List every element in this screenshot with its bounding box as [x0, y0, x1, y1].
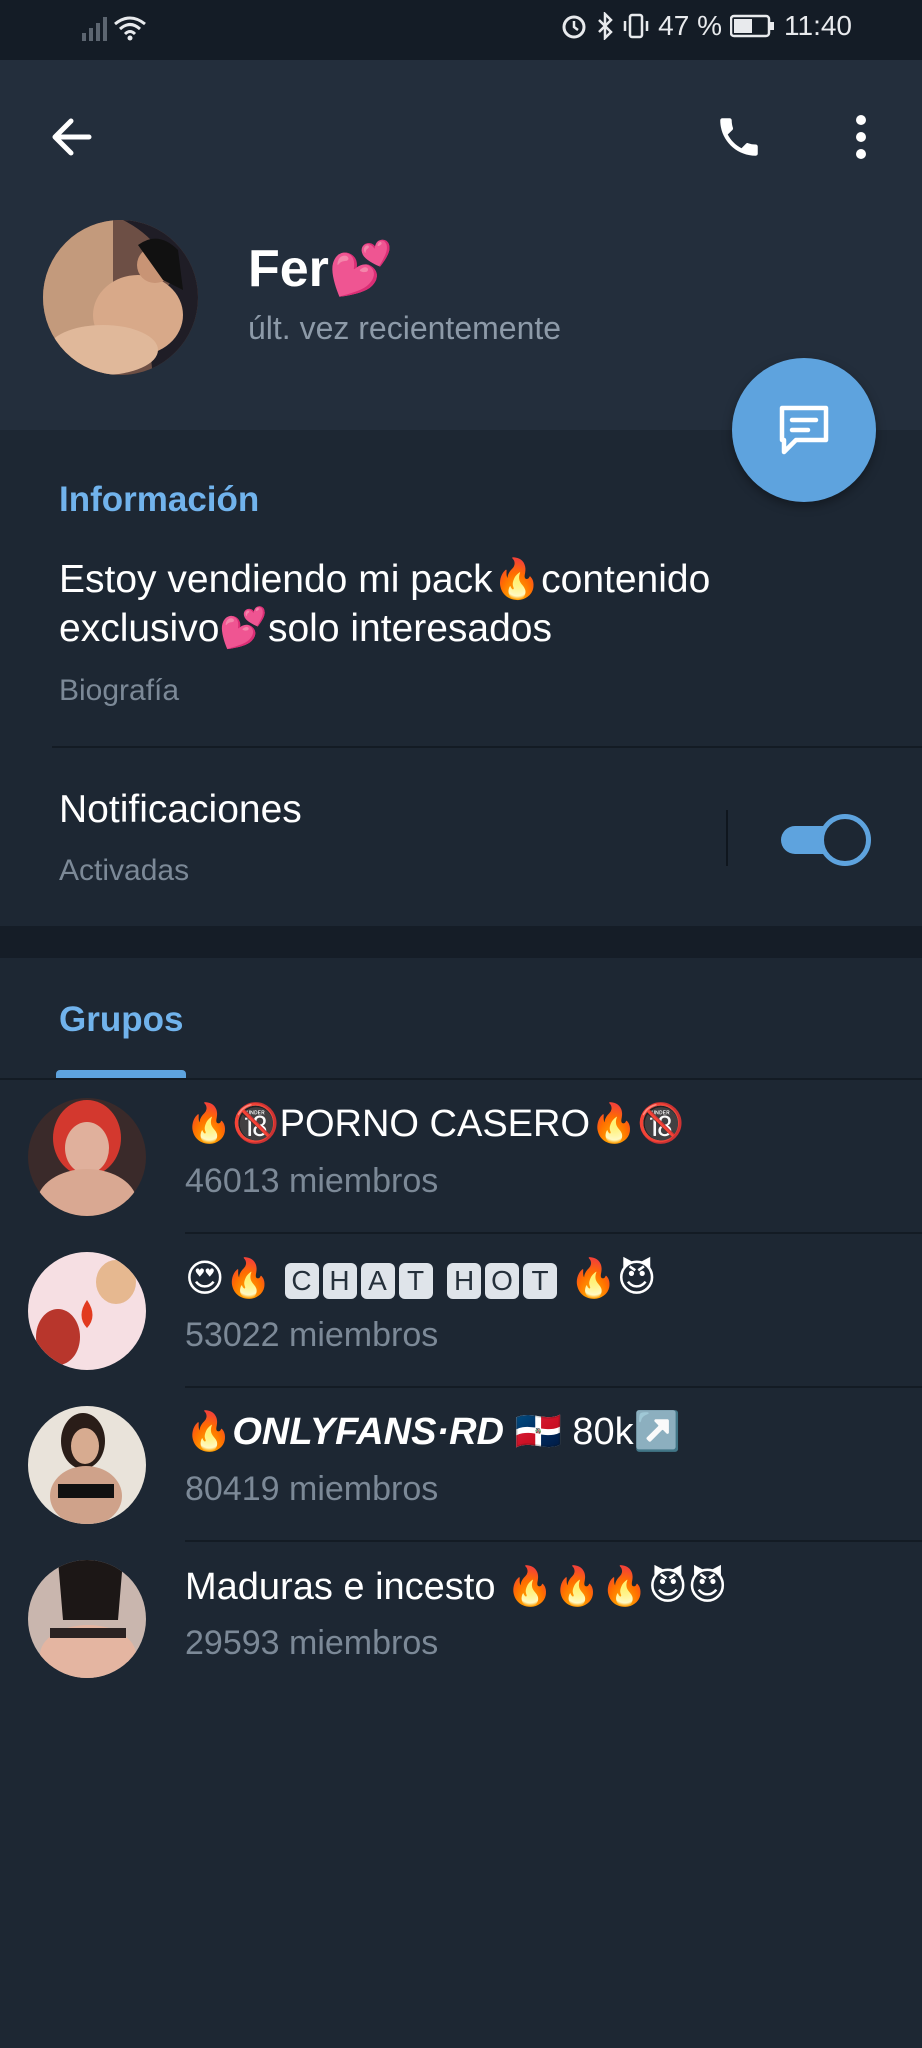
message-fab-button[interactable] — [732, 358, 876, 502]
group-avatar — [28, 1252, 146, 1370]
message-icon — [779, 405, 829, 455]
battery-percent: 47 % — [658, 10, 722, 41]
list-item[interactable]: 🔥ONLYFANS·RD 🇩🇴 80k↗️ 80419 miembros — [0, 1388, 922, 1542]
phone-icon — [720, 118, 758, 156]
group-title: 🔥🔞PORNO CASERO🔥🔞 — [185, 1103, 685, 1145]
battery-icon — [730, 14, 774, 38]
more-vertical-icon — [856, 115, 866, 159]
bluetooth-icon — [598, 12, 613, 40]
tab-indicator — [56, 1070, 186, 1078]
group-members: 46013 miembros — [185, 1162, 439, 1200]
group-avatar — [28, 1406, 146, 1524]
section-gap — [0, 926, 922, 958]
list-item[interactable]: 🔥🔞PORNO CASERO🔥🔞 46013 miembros — [0, 1080, 922, 1234]
notifications-title: Notificaciones — [59, 788, 302, 831]
group-avatar — [28, 1098, 146, 1216]
group-title: 🔥ONLYFANS·RD 🇩🇴 80k↗️ — [185, 1411, 681, 1453]
wifi-icon — [114, 16, 146, 41]
info-section: Información Estoy vendiendo mi pack🔥cont… — [0, 430, 922, 926]
profile-avatar[interactable] — [43, 220, 198, 375]
last-seen-status: últ. vez recientemente — [248, 310, 562, 346]
alarm-icon — [562, 15, 586, 39]
bio-label: Biografía — [59, 674, 180, 707]
profile-name: Fer💕 — [248, 240, 394, 298]
back-button[interactable] — [40, 106, 102, 168]
list-item[interactable]: 😍🔥 CHAT HOT 🔥😈 53022 miembros — [0, 1234, 922, 1388]
signal-icon — [82, 15, 107, 41]
group-title: 😍🔥 CHAT HOT 🔥😈 — [185, 1258, 657, 1300]
list-item[interactable]: Maduras e incesto 🔥🔥🔥😈😈 29593 miembros — [0, 1542, 922, 1696]
groups-section: Grupos 🔥🔞PORNO CASERO🔥🔞 46013 miembros 😍… — [0, 958, 922, 2048]
call-button[interactable] — [706, 104, 772, 170]
info-section-title: Información — [59, 480, 260, 519]
group-members: 53022 miembros — [185, 1316, 439, 1354]
tab-groups[interactable]: Grupos — [59, 1000, 183, 1040]
more-options-button[interactable] — [836, 104, 886, 170]
vertical-divider — [726, 810, 728, 866]
notifications-status: Activadas — [59, 854, 190, 887]
status-bar: 47 % 11:40 — [0, 0, 922, 60]
group-avatar — [28, 1560, 146, 1678]
bio-text[interactable]: Estoy vendiendo mi pack🔥contenido exclus… — [59, 555, 879, 653]
group-members: 80419 miembros — [185, 1470, 439, 1508]
clock: 11:40 — [784, 10, 852, 41]
vibrate-icon — [623, 13, 649, 39]
back-arrow-icon — [52, 118, 92, 156]
notifications-toggle[interactable] — [781, 814, 871, 866]
group-members: 29593 miembros — [185, 1624, 439, 1662]
group-title: Maduras e incesto 🔥🔥🔥😈😈 — [185, 1566, 728, 1608]
